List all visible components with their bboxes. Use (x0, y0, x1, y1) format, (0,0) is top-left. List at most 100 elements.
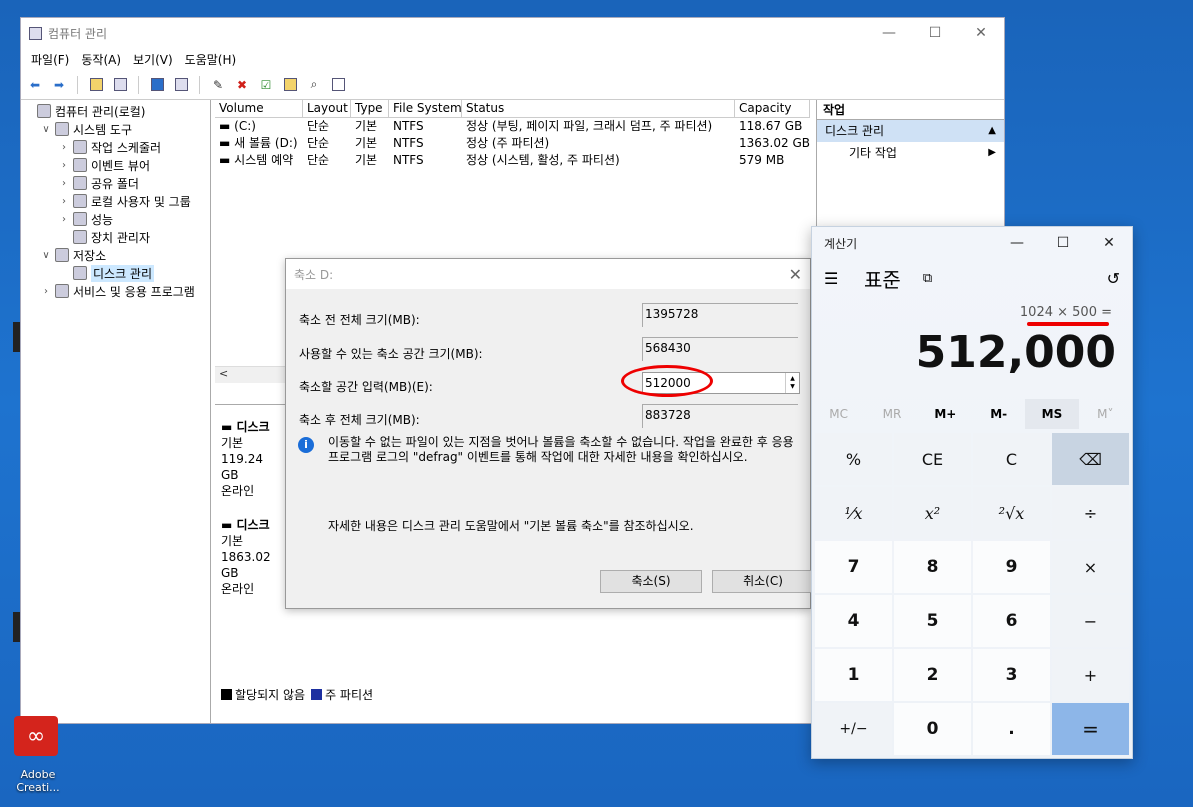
menu-file[interactable]: 파일(F) (31, 51, 69, 68)
tree-item[interactable]: › 이벤트 뷰어 (21, 156, 210, 174)
digit-5-button[interactable]: 5 (894, 595, 971, 647)
column-header-volume[interactable]: Volume (215, 100, 303, 117)
tree-item[interactable]: ∨ 시스템 도구 (21, 120, 210, 138)
table-row[interactable]: ▬ 시스템 예약 단순 기본 NTFS 정상 (시스템, 활성, 주 파티션) 579 M… (215, 152, 810, 169)
subtract-button[interactable]: − (1052, 595, 1129, 647)
tree-item[interactable]: › 공유 폴더 (21, 174, 210, 192)
square-root-button[interactable]: ²√x (973, 487, 1050, 539)
close-button[interactable]: ✕ (958, 18, 1004, 48)
memory-store-button[interactable]: MS (1025, 399, 1079, 429)
scroll-left-icon[interactable]: < (219, 367, 228, 380)
menu-action[interactable]: 동작(A) (81, 51, 121, 68)
menu-view[interactable]: 보기(V) (133, 51, 173, 68)
table-row[interactable]: ▬ 새 볼륨 (D:) 단순 기본 NTFS 정상 (주 파티션) 1363.02 GB (215, 135, 810, 152)
backspace-button[interactable]: ⌫ (1052, 433, 1129, 485)
expand-chevron-icon[interactable]: › (57, 142, 71, 153)
tree-item[interactable]: › 로컬 사용자 및 그룹 (21, 192, 210, 210)
tree-item[interactable]: 장치 관리자 (21, 228, 210, 246)
adobe-creative-cloud-shortcut[interactable]: ∞ Adobe Creati... (14, 716, 62, 794)
memory-clear-button[interactable]: MC (812, 399, 865, 429)
expand-chevron-icon[interactable]: › (57, 196, 71, 207)
cancel-button[interactable]: 취소(C) (712, 570, 814, 593)
spin-down-icon[interactable]: ▼ (790, 383, 795, 391)
expand-chevron-icon[interactable]: › (57, 214, 71, 225)
percent-button[interactable]: % (815, 433, 892, 485)
title-bar[interactable]: 컴퓨터 관리 — ☐ ✕ (21, 18, 1004, 48)
divide-button[interactable]: ÷ (1052, 487, 1129, 539)
disk-1-info[interactable]: ▬ 디스크 기본 1863.02 GB 온라인 (221, 517, 283, 597)
digit-6-button[interactable]: 6 (973, 595, 1050, 647)
delete-icon[interactable]: ✖ (232, 75, 252, 95)
up-folder-icon[interactable] (86, 75, 106, 95)
equals-button[interactable]: = (1052, 703, 1129, 755)
calc-close-button[interactable]: ✕ (1086, 235, 1132, 251)
multiply-button[interactable]: × (1052, 541, 1129, 593)
maximize-button[interactable]: ☐ (912, 18, 958, 48)
dialog-title-bar[interactable]: 축소 D: ✕ (286, 259, 810, 289)
digit-0-button[interactable]: 0 (894, 703, 971, 755)
horizontal-scrollbar[interactable]: < (215, 366, 295, 383)
search-icon[interactable]: ⌕ (304, 75, 324, 95)
properties-icon[interactable] (171, 75, 191, 95)
memory-recall-button[interactable]: MR (865, 399, 918, 429)
digit-1-button[interactable]: 1 (815, 649, 892, 701)
calculator-title-bar[interactable]: 계산기 — ☐ ✕ (812, 227, 1132, 259)
keep-on-top-icon[interactable]: ⧉ (923, 271, 932, 286)
expand-chevron-icon[interactable]: › (57, 178, 71, 189)
column-header-capacity[interactable]: Capacity (735, 100, 810, 117)
menu-help[interactable]: 도움말(H) (185, 51, 237, 68)
digit-3-button[interactable]: 3 (973, 649, 1050, 701)
forward-arrow-icon[interactable]: ➡ (49, 75, 69, 95)
expand-chevron-icon[interactable]: › (39, 286, 53, 297)
digit-8-button[interactable]: 8 (894, 541, 971, 593)
column-header-file-system[interactable]: File System (389, 100, 462, 117)
expand-chevron-icon[interactable]: › (57, 160, 71, 171)
digit-2-button[interactable]: 2 (894, 649, 971, 701)
expand-chevron-icon[interactable]: ∨ (39, 250, 53, 261)
checkmark-icon[interactable]: ☑ (256, 75, 276, 95)
column-header-type[interactable]: Type (351, 100, 389, 117)
collapse-up-icon[interactable]: ▲ (988, 120, 996, 142)
tree-item[interactable]: › 작업 스케줄러 (21, 138, 210, 156)
calc-maximize-button[interactable]: ☐ (1040, 235, 1086, 251)
clear-button[interactable]: C (973, 433, 1050, 485)
menu-hamburger-icon[interactable]: ☰ (824, 269, 854, 288)
tree-item[interactable]: › 서비스 및 응용 프로그램 (21, 282, 210, 300)
column-header-status[interactable]: Status (462, 100, 735, 117)
memory-subtract-button[interactable]: M- (972, 399, 1025, 429)
digit-7-button[interactable]: 7 (815, 541, 892, 593)
back-arrow-icon[interactable]: ⬅ (25, 75, 45, 95)
column-header-layout[interactable]: Layout (303, 100, 351, 117)
help-icon[interactable] (147, 75, 167, 95)
tree-item[interactable]: › 성능 (21, 210, 210, 228)
list-icon[interactable] (328, 75, 348, 95)
spin-up-icon[interactable]: ▲ (790, 375, 795, 383)
action-more-actions[interactable]: 기타 작업 ▶ (817, 142, 1004, 164)
tree-item[interactable]: ∨ 저장소 (21, 246, 210, 264)
decimal-button[interactable]: . (973, 703, 1050, 755)
clear-entry-button[interactable]: CE (894, 433, 971, 485)
spin-buttons[interactable]: ▲ ▼ (785, 373, 799, 393)
tree-item[interactable]: 디스크 관리 (21, 264, 210, 282)
disk-0-info[interactable]: ▬ 디스크 기본 119.24 GB 온라인 (221, 419, 283, 499)
show-hide-tree-icon[interactable] (110, 75, 130, 95)
export-icon[interactable] (280, 75, 300, 95)
negate-button[interactable]: +/− (815, 703, 892, 755)
memory-list-button[interactable]: M˅ (1079, 399, 1132, 429)
action-disk-management[interactable]: 디스크 관리 ▲ (817, 120, 1004, 142)
add-button[interactable]: + (1052, 649, 1129, 701)
memory-add-button[interactable]: M+ (919, 399, 972, 429)
minimize-button[interactable]: — (866, 18, 912, 48)
history-icon[interactable]: ↺ (1107, 269, 1120, 288)
digit-9-button[interactable]: 9 (973, 541, 1050, 593)
calc-minimize-button[interactable]: — (994, 235, 1040, 251)
digit-4-button[interactable]: 4 (815, 595, 892, 647)
square-button[interactable]: x² (894, 487, 971, 539)
expand-chevron-icon[interactable]: ∨ (39, 124, 53, 135)
dialog-close-icon[interactable]: ✕ (789, 265, 802, 284)
shrink-button[interactable]: 축소(S) (600, 570, 702, 593)
tree-item[interactable]: 컴퓨터 관리(로컬) (21, 102, 210, 120)
table-row[interactable]: ▬ (C:) 단순 기본 NTFS 정상 (부팅, 페이지 파일, 크래시 덤프, 주 … (215, 118, 810, 135)
reciprocal-button[interactable]: ¹⁄x (815, 487, 892, 539)
connect-icon[interactable]: ✎ (208, 75, 228, 95)
